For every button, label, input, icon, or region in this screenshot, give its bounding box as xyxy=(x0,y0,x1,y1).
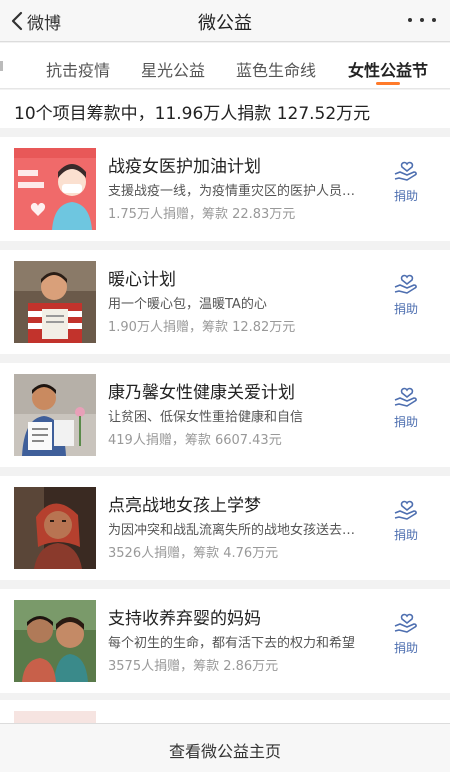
summary-text: 10个项目筹款中，11.96万人捐款 127.52万元 xyxy=(14,104,371,124)
project-card[interactable]: 康乃馨女性健康关爱计划 让贫困、低保女性重拾健康和自信 419人捐赠，筹款 66… xyxy=(0,363,450,467)
project-description: 每个初生的生命，都有活下去的权力和希望 xyxy=(108,636,356,651)
project-description: 支援战疫一线，为疫情重灾区的医护人员送去关爱 xyxy=(108,184,366,199)
donate-hand-heart-icon xyxy=(394,161,417,181)
project-title: 点亮战地女孩上学梦 xyxy=(108,496,261,516)
project-card[interactable]: 点亮战地女孩上学梦 为因冲突和战乱流离失所的战地女孩送去上学的希望 3526人捐… xyxy=(0,476,450,580)
page-title: 微公益 xyxy=(198,13,252,34)
tab-blue-lifeline[interactable]: 蓝色生命线 xyxy=(236,57,316,81)
project-thumbnail xyxy=(14,148,96,230)
donate-label: 捐助 xyxy=(393,415,418,429)
project-card[interactable]: 暖心计划 用一个暖心包，温暖TA的心 1.90万人捐赠，筹款 12.82万元 捐… xyxy=(0,250,450,354)
tab-women-charity[interactable]: 女性公益节 xyxy=(348,57,428,81)
project-thumbnail xyxy=(14,487,96,569)
tab-scroll-edge xyxy=(0,61,3,71)
footer-label: 查看微公益主页 xyxy=(168,742,281,761)
project-description: 用一个暖心包，温暖TA的心 xyxy=(108,297,267,312)
active-tab-indicator xyxy=(376,82,400,85)
project-card[interactable]: 战疫女医护加油计划 支援战疫一线，为疫情重灾区的医护人员送去关爱 1.75万人捐… xyxy=(0,137,450,241)
project-title: 支持收养弃婴的妈妈 xyxy=(108,609,261,629)
project-stats: 419人捐赠，筹款 6607.43元 xyxy=(108,433,282,448)
donate-button[interactable]: 捐助 xyxy=(384,274,428,324)
project-thumbnail xyxy=(14,261,96,343)
project-thumbnail xyxy=(14,600,96,682)
donate-button[interactable]: 捐助 xyxy=(384,161,428,211)
tab-star-charity[interactable]: 星光公益 xyxy=(141,57,205,81)
donate-button[interactable]: 捐助 xyxy=(384,387,428,437)
project-description: 让贫困、低保女性重拾健康和自信 xyxy=(108,410,304,425)
donate-label: 捐助 xyxy=(393,528,418,542)
project-title: 暖心计划 xyxy=(108,270,176,290)
donate-hand-heart-icon xyxy=(394,613,417,633)
donate-button[interactable]: 捐助 xyxy=(384,613,428,663)
project-title: 康乃馨女性健康关爱计划 xyxy=(108,383,295,403)
more-menu-button[interactable] xyxy=(408,12,436,28)
donate-button[interactable]: 捐助 xyxy=(384,500,428,550)
donate-label: 捐助 xyxy=(393,641,418,655)
fundraising-summary: 10个项目筹款中，11.96万人捐款 127.52万元 xyxy=(0,90,450,128)
project-stats: 3526人捐赠，筹款 4.76万元 xyxy=(108,546,279,561)
donate-label: 捐助 xyxy=(393,302,418,316)
more-dots-icon xyxy=(408,18,412,22)
project-stats: 3575人捐赠，筹款 2.86万元 xyxy=(108,659,279,674)
project-title: 战疫女医护加油计划 xyxy=(108,157,261,177)
donate-hand-heart-icon xyxy=(394,274,417,294)
project-description: 为因冲突和战乱流离失所的战地女孩送去上学的希望 xyxy=(108,523,366,538)
project-thumbnail xyxy=(14,374,96,456)
view-homepage-button[interactable]: 查看微公益主页 xyxy=(0,723,450,772)
donate-hand-heart-icon xyxy=(394,387,417,407)
category-tabs: 抗击疫情 星光公益 蓝色生命线 女性公益节 xyxy=(0,43,450,89)
nav-bar: 微博 微公益 xyxy=(0,0,450,42)
project-stats: 1.75万人捐赠，筹款 22.83万元 xyxy=(108,207,296,222)
tab-fight-epidemic[interactable]: 抗击疫情 xyxy=(46,57,110,81)
donate-hand-heart-icon xyxy=(394,500,417,520)
project-card[interactable]: 支持收养弃婴的妈妈 每个初生的生命，都有活下去的权力和希望 3575人捐赠，筹款… xyxy=(0,589,450,693)
project-stats: 1.90万人捐赠，筹款 12.82万元 xyxy=(108,320,296,335)
donate-label: 捐助 xyxy=(393,189,418,203)
